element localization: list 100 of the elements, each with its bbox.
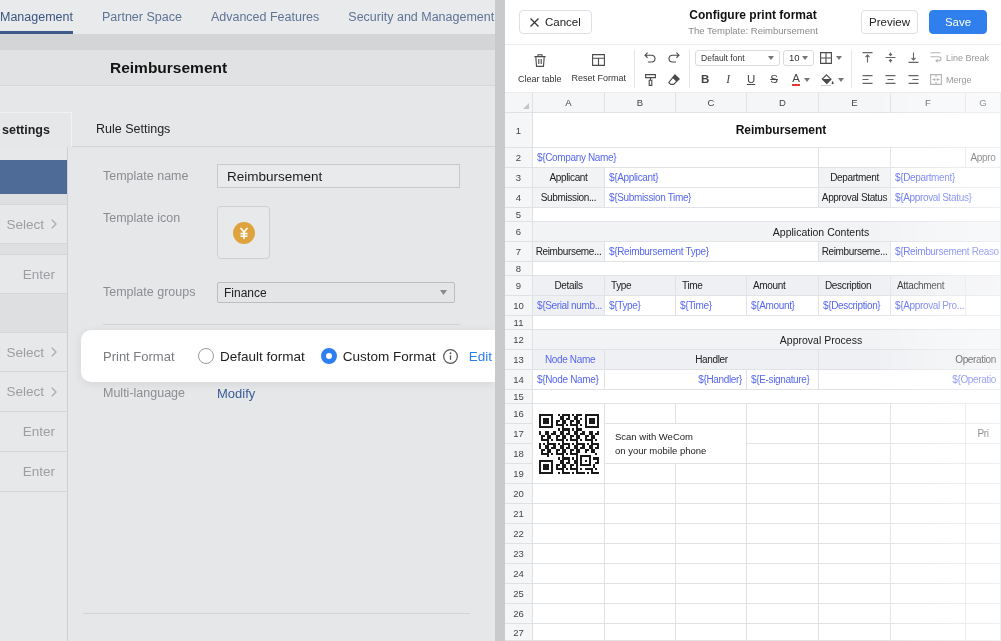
preview-button[interactable]: Preview: [861, 10, 918, 34]
sheet-cell[interactable]: ${Node Name}: [533, 370, 605, 390]
italic-button[interactable]: I: [718, 69, 739, 90]
bold-button[interactable]: B: [695, 69, 716, 90]
field-label: Multi-language: [103, 385, 186, 402]
sheet-cell[interactable]: Reimburseme...: [533, 242, 605, 262]
info-icon: [442, 348, 458, 364]
row-number: 8: [505, 262, 533, 276]
sheet-cell[interactable]: Reimburseme...: [819, 242, 891, 262]
clear-table-button[interactable]: Clear table: [515, 53, 565, 84]
column-header: D: [747, 93, 819, 113]
sheet-cell[interactable]: Approval Status: [819, 188, 891, 208]
align-right-icon: [907, 75, 919, 84]
row-number: 26: [505, 604, 533, 624]
column-header: A: [533, 93, 605, 113]
merge-cells-icon: [930, 74, 943, 85]
nav-tab[interactable]: Advanced Features: [210, 0, 320, 34]
field-label: Template name: [103, 168, 190, 185]
sheet-cell[interactable]: ${Company Name}: [533, 148, 819, 168]
sheet-cell[interactable]: Operation: [819, 350, 1001, 370]
row-number: 15: [505, 390, 533, 404]
sheet-cell[interactable]: ${Applicant}: [605, 168, 819, 188]
sheet-cell[interactable]: ${Approval Pro...: [891, 296, 966, 316]
select-field[interactable]: Finance: [217, 282, 455, 303]
sheet-cell[interactable]: ${Description}: [819, 296, 891, 316]
icon-picker[interactable]: [217, 206, 270, 259]
grid-icon: [592, 53, 606, 66]
caret-icon: [802, 55, 809, 60]
cancel-button[interactable]: Cancel: [519, 10, 592, 34]
row-number: 24: [505, 564, 533, 584]
caret-icon: [837, 77, 844, 82]
tab[interactable]: settings: [0, 112, 72, 147]
trash-icon: [533, 53, 546, 67]
sheet-cell[interactable]: Time: [676, 276, 747, 296]
wrap-icon: [930, 52, 943, 63]
row-number: 1: [505, 113, 533, 148]
strikethrough-button[interactable]: S: [764, 69, 785, 90]
column-header: G: [966, 93, 1001, 113]
sheet-cell[interactable]: Node Name: [533, 350, 605, 370]
row-number: 17: [505, 424, 533, 444]
row-number: 20: [505, 484, 533, 504]
caret-icon: [803, 77, 810, 82]
sheet-cell[interactable]: Reimbursement: [533, 113, 1001, 148]
row-number: 23: [505, 544, 533, 564]
font-size-select[interactable]: 10: [783, 49, 815, 66]
sheet-cell[interactable]: Attachment: [891, 276, 966, 296]
sheet-cell[interactable]: Description: [819, 276, 891, 296]
chevron-right-icon: [51, 347, 57, 357]
sheet-cell[interactable]: Scan with WeCom on your mobile phone: [605, 424, 747, 464]
save-button[interactable]: Save: [929, 10, 987, 34]
sheet-cell[interactable]: ${Serial numb...: [533, 296, 605, 316]
radio-button[interactable]: [320, 348, 337, 364]
sheet-cell[interactable]: Approval Process: [533, 330, 1001, 350]
sheet-cell[interactable]: Handler: [605, 350, 819, 370]
sheet-cell[interactable]: Application Contents: [533, 222, 1001, 242]
field-label: Template groups: [103, 284, 197, 301]
tab[interactable]: Rule Settings: [72, 112, 171, 147]
sheet-cell[interactable]: ${Type}: [605, 296, 676, 316]
sheet-cell[interactable]: ${Reimbursement Type}: [605, 242, 819, 262]
column-header: B: [605, 93, 676, 113]
coin-icon: [232, 221, 255, 244]
field-label: Template icon: [103, 210, 182, 227]
sheet-cell[interactable]: ${Approval Status}: [891, 188, 1001, 208]
column-header: E: [819, 93, 891, 113]
eraser-icon: [668, 74, 681, 85]
page-title: Reimbursement: [110, 58, 228, 77]
nav-tab[interactable]: Partner Space: [101, 0, 182, 34]
borders-icon: [820, 51, 833, 64]
caret-icon: [836, 55, 843, 60]
underline-button[interactable]: U: [741, 69, 762, 90]
edit-link[interactable]: Edit: [468, 348, 493, 364]
row-number: 21: [505, 504, 533, 524]
row-number: 2: [505, 148, 533, 168]
sheet-cell[interactable]: Submission...: [533, 188, 605, 208]
font-select[interactable]: Default font: [695, 49, 781, 66]
align-top-icon: [861, 52, 873, 63]
sheet-cell[interactable]: Type: [605, 276, 676, 296]
radio-button[interactable]: [198, 348, 214, 364]
modify-link[interactable]: Modify: [217, 385, 256, 401]
sheet-cell[interactable]: ${E-signature}: [747, 370, 819, 390]
sheet-cell[interactable]: Amount: [747, 276, 819, 296]
close-icon: [530, 17, 539, 27]
sheet-cell[interactable]: ${Time}: [676, 296, 747, 316]
sheet-cell[interactable]: Applicant: [533, 168, 605, 188]
redo-icon: [668, 52, 681, 63]
reset-format-button[interactable]: Reset Format: [568, 53, 630, 84]
radio-label[interactable]: Custom Format: [342, 348, 436, 364]
chevron-right-icon: [51, 386, 57, 397]
nav-tab[interactable]: Security and Management: [348, 0, 495, 34]
sheet-cell[interactable]: Details: [533, 276, 605, 296]
text-field[interactable]: Reimbursement: [217, 164, 460, 188]
radio-label[interactable]: Default format: [220, 348, 305, 364]
field-label: Print Format: [103, 348, 176, 364]
sheet-cell[interactable]: ${Amount}: [747, 296, 819, 316]
sheet-cell[interactable]: ${Handler}: [605, 370, 747, 390]
sheet-cell[interactable]: ${Submission Time}: [605, 188, 819, 208]
row-number: 13: [505, 350, 533, 370]
sheet-cell[interactable]: Department: [819, 168, 891, 188]
corner-cell[interactable]: [505, 93, 533, 113]
font-color-button[interactable]: A: [787, 69, 816, 90]
